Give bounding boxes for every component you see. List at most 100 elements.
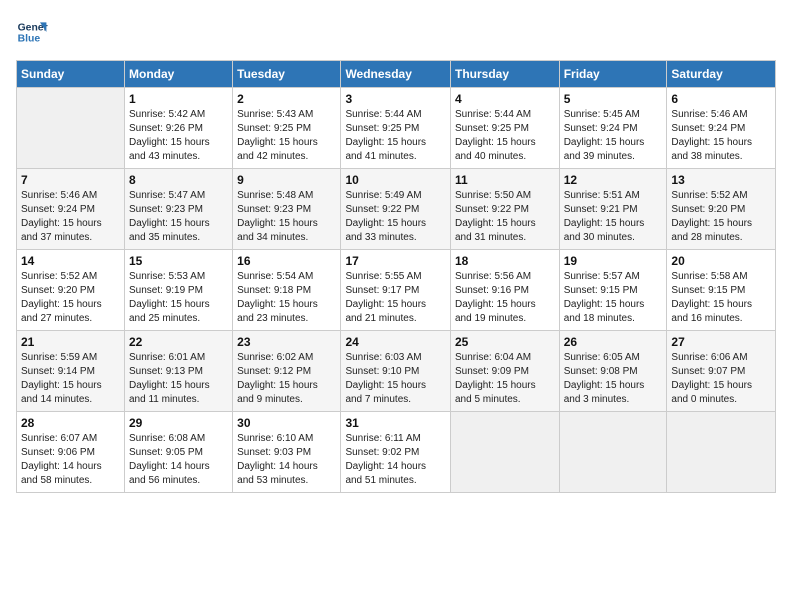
day-number: 26 xyxy=(564,335,663,349)
day-info: Sunrise: 5:58 AM Sunset: 9:15 PM Dayligh… xyxy=(671,270,771,326)
day-number: 14 xyxy=(21,254,120,268)
header-row: SundayMondayTuesdayWednesdayThursdayFrid… xyxy=(17,61,776,88)
day-cell: 21 Sunrise: 5:59 AM Sunset: 9:14 PM Dayli… xyxy=(17,331,125,412)
day-cell: 17Sunrise: 5:55 AM Sunset: 9:17 PM Dayli… xyxy=(341,250,451,331)
day-number: 24 xyxy=(345,335,446,349)
day-number: 21 xyxy=(21,335,120,349)
day-info: Sunrise: 5:43 AM Sunset: 9:25 PM Dayligh… xyxy=(237,108,336,164)
day-cell: 8 Sunrise: 5:47 AM Sunset: 9:23 PM Daylig… xyxy=(125,169,233,250)
day-info: Sunrise: 6:11 AM Sunset: 9:02 PM Dayligh… xyxy=(345,432,446,488)
day-number: 8 xyxy=(129,173,228,187)
day-cell: 4 Sunrise: 5:44 AM Sunset: 9:25 PM Daylig… xyxy=(450,88,559,169)
day-info: Sunrise: 5:46 AM Sunset: 9:24 PM Dayligh… xyxy=(671,108,771,164)
week-row-1: 1 Sunrise: 5:42 AM Sunset: 9:26 PM Daylig… xyxy=(17,88,776,169)
day-cell: 27 Sunrise: 6:06 AM Sunset: 9:07 PM Dayli… xyxy=(667,331,776,412)
day-number: 19 xyxy=(564,254,663,268)
day-info: Sunrise: 5:56 AM Sunset: 9:16 PM Dayligh… xyxy=(455,270,555,326)
day-cell: 14 Sunrise: 5:52 AM Sunset: 9:20 PM Dayli… xyxy=(17,250,125,331)
day-number: 25 xyxy=(455,335,555,349)
day-cell: 18 Sunrise: 5:56 AM Sunset: 9:16 PM Dayli… xyxy=(450,250,559,331)
week-row-3: 14 Sunrise: 5:52 AM Sunset: 9:20 PM Dayli… xyxy=(17,250,776,331)
day-cell xyxy=(667,412,776,493)
day-number: 27 xyxy=(671,335,771,349)
calendar-table: SundayMondayTuesdayWednesdayThursdayFrid… xyxy=(16,60,776,493)
day-cell: 5 Sunrise: 5:45 AM Sunset: 9:24 PM Daylig… xyxy=(559,88,667,169)
day-number: 15 xyxy=(129,254,228,268)
day-info: Sunrise: 6:05 AM Sunset: 9:08 PM Dayligh… xyxy=(564,351,663,407)
day-number: 23 xyxy=(237,335,336,349)
day-info: Sunrise: 6:08 AM Sunset: 9:05 PM Dayligh… xyxy=(129,432,228,488)
day-info: Sunrise: 5:52 AM Sunset: 9:20 PM Dayligh… xyxy=(21,270,120,326)
column-header-friday: Friday xyxy=(559,61,667,88)
day-number: 13 xyxy=(671,173,771,187)
day-cell: 26 Sunrise: 6:05 AM Sunset: 9:08 PM Dayli… xyxy=(559,331,667,412)
day-cell: 11 Sunrise: 5:50 AM Sunset: 9:22 PM Dayli… xyxy=(450,169,559,250)
day-info: Sunrise: 5:50 AM Sunset: 9:22 PM Dayligh… xyxy=(455,189,555,245)
day-info: Sunrise: 5:55 AM Sunset: 9:17 PM Dayligh… xyxy=(345,270,446,326)
column-header-monday: Monday xyxy=(125,61,233,88)
day-info: Sunrise: 5:54 AM Sunset: 9:18 PM Dayligh… xyxy=(237,270,336,326)
day-cell: 3 Sunrise: 5:44 AM Sunset: 9:25 PM Daylig… xyxy=(341,88,451,169)
day-cell: 2 Sunrise: 5:43 AM Sunset: 9:25 PM Daylig… xyxy=(233,88,341,169)
logo-icon: General Blue xyxy=(16,16,48,48)
day-info: Sunrise: 5:49 AM Sunset: 9:22 PM Dayligh… xyxy=(345,189,446,245)
day-info: Sunrise: 5:52 AM Sunset: 9:20 PM Dayligh… xyxy=(671,189,771,245)
day-info: Sunrise: 5:48 AM Sunset: 9:23 PM Dayligh… xyxy=(237,189,336,245)
day-cell: 13 Sunrise: 5:52 AM Sunset: 9:20 PM Dayli… xyxy=(667,169,776,250)
day-info: Sunrise: 6:07 AM Sunset: 9:06 PM Dayligh… xyxy=(21,432,120,488)
day-number: 18 xyxy=(455,254,555,268)
day-info: Sunrise: 5:45 AM Sunset: 9:24 PM Dayligh… xyxy=(564,108,663,164)
logo: General Blue xyxy=(16,16,48,48)
day-cell: 25 Sunrise: 6:04 AM Sunset: 9:09 PM Dayli… xyxy=(450,331,559,412)
column-header-thursday: Thursday xyxy=(450,61,559,88)
day-cell: 15Sunrise: 5:53 AM Sunset: 9:19 PM Dayli… xyxy=(125,250,233,331)
day-cell: 6 Sunrise: 5:46 AM Sunset: 9:24 PM Daylig… xyxy=(667,88,776,169)
svg-text:Blue: Blue xyxy=(18,34,41,45)
day-number: 10 xyxy=(345,173,446,187)
day-info: Sunrise: 5:51 AM Sunset: 9:21 PM Dayligh… xyxy=(564,189,663,245)
day-cell: 29 Sunrise: 6:08 AM Sunset: 9:05 PM Dayli… xyxy=(125,412,233,493)
day-info: Sunrise: 5:46 AM Sunset: 9:24 PM Dayligh… xyxy=(21,189,120,245)
day-cell xyxy=(17,88,125,169)
day-cell: 1 Sunrise: 5:42 AM Sunset: 9:26 PM Daylig… xyxy=(125,88,233,169)
day-info: Sunrise: 5:42 AM Sunset: 9:26 PM Dayligh… xyxy=(129,108,228,164)
day-number: 6 xyxy=(671,92,771,106)
day-info: Sunrise: 6:10 AM Sunset: 9:03 PM Dayligh… xyxy=(237,432,336,488)
day-number: 22 xyxy=(129,335,228,349)
day-cell: 9 Sunrise: 5:48 AM Sunset: 9:23 PM Daylig… xyxy=(233,169,341,250)
day-number: 20 xyxy=(671,254,771,268)
day-cell: 7 Sunrise: 5:46 AM Sunset: 9:24 PM Daylig… xyxy=(17,169,125,250)
page-header: General Blue xyxy=(16,16,776,48)
day-info: Sunrise: 5:57 AM Sunset: 9:15 PM Dayligh… xyxy=(564,270,663,326)
day-cell: 22 Sunrise: 6:01 AM Sunset: 9:13 PM Dayli… xyxy=(125,331,233,412)
day-number: 11 xyxy=(455,173,555,187)
day-number: 9 xyxy=(237,173,336,187)
day-cell: 16Sunrise: 5:54 AM Sunset: 9:18 PM Dayli… xyxy=(233,250,341,331)
day-info: Sunrise: 5:44 AM Sunset: 9:25 PM Dayligh… xyxy=(345,108,446,164)
day-info: Sunrise: 6:03 AM Sunset: 9:10 PM Dayligh… xyxy=(345,351,446,407)
day-number: 7 xyxy=(21,173,120,187)
day-cell: 19 Sunrise: 5:57 AM Sunset: 9:15 PM Dayli… xyxy=(559,250,667,331)
day-number: 29 xyxy=(129,416,228,430)
day-info: Sunrise: 5:59 AM Sunset: 9:14 PM Dayligh… xyxy=(21,351,120,407)
day-number: 28 xyxy=(21,416,120,430)
day-number: 1 xyxy=(129,92,228,106)
day-number: 12 xyxy=(564,173,663,187)
day-number: 3 xyxy=(345,92,446,106)
day-number: 30 xyxy=(237,416,336,430)
day-cell: 30 Sunrise: 6:10 AM Sunset: 9:03 PM Dayli… xyxy=(233,412,341,493)
day-info: Sunrise: 6:02 AM Sunset: 9:12 PM Dayligh… xyxy=(237,351,336,407)
day-number: 2 xyxy=(237,92,336,106)
day-number: 5 xyxy=(564,92,663,106)
day-cell: 12 Sunrise: 5:51 AM Sunset: 9:21 PM Dayli… xyxy=(559,169,667,250)
day-cell: 20 Sunrise: 5:58 AM Sunset: 9:15 PM Dayli… xyxy=(667,250,776,331)
day-info: Sunrise: 5:44 AM Sunset: 9:25 PM Dayligh… xyxy=(455,108,555,164)
day-info: Sunrise: 6:06 AM Sunset: 9:07 PM Dayligh… xyxy=(671,351,771,407)
column-header-saturday: Saturday xyxy=(667,61,776,88)
day-info: Sunrise: 6:01 AM Sunset: 9:13 PM Dayligh… xyxy=(129,351,228,407)
day-cell: 10 Sunrise: 5:49 AM Sunset: 9:22 PM Dayli… xyxy=(341,169,451,250)
day-info: Sunrise: 5:47 AM Sunset: 9:23 PM Dayligh… xyxy=(129,189,228,245)
day-number: 4 xyxy=(455,92,555,106)
day-cell xyxy=(450,412,559,493)
day-info: Sunrise: 6:04 AM Sunset: 9:09 PM Dayligh… xyxy=(455,351,555,407)
